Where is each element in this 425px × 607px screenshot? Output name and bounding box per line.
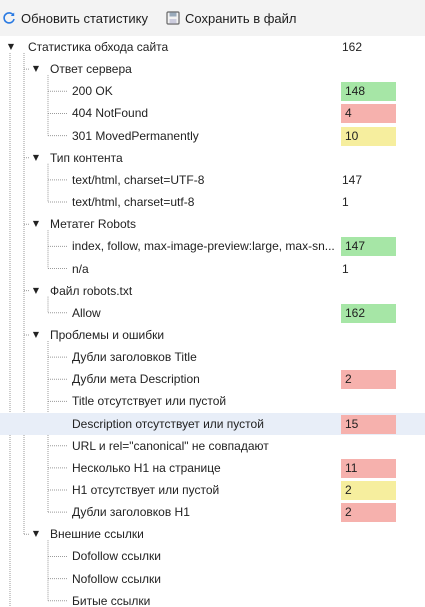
tree-node-group[interactable]: ▼ Тип контента <box>0 147 425 169</box>
tree-node-item[interactable]: Dofollow ссылки <box>0 545 425 567</box>
tree-node-group[interactable]: ▼ Внешние ссылки <box>0 523 425 545</box>
value-cell-bad: 2 <box>341 370 396 390</box>
tree-node-item[interactable]: text/html, charset=UTF-8 147 <box>0 169 425 191</box>
tree-node-label: Description отсутствует или пустой <box>72 416 264 431</box>
tree-node-label: Статистика обхода сайта <box>28 40 169 54</box>
save-to-file-button[interactable]: Сохранить в файл <box>164 6 303 30</box>
tree-node-item[interactable]: Дубли мета Description 2 <box>0 368 425 390</box>
stats-tree[interactable]: ▼ Статистика обхода сайта 162 ▼ Ответ сервер… <box>0 36 425 607</box>
value-cell-warn: 2 <box>341 481 396 500</box>
tree-node-group[interactable]: ▼ Ответ сервера <box>0 58 425 80</box>
collapse-arrow-icon[interactable]: ▼ <box>31 219 41 229</box>
value-cell-bad: 11 <box>341 458 396 478</box>
tree-node-label: Файл robots.txt <box>50 283 133 298</box>
tree-node-label: text/html, charset=utf-8 <box>72 195 195 210</box>
tree-node-label: Тип контента <box>50 150 123 165</box>
collapse-arrow-icon[interactable]: ▼ <box>31 64 41 74</box>
tree-node-item[interactable]: Несколько H1 на странице 11 <box>0 457 425 479</box>
tree-node-label: Дубли мета Description <box>72 372 200 387</box>
tree-node-item[interactable]: H1 отсутствует или пустой 2 <box>0 479 425 501</box>
value-cell-bad: 2 <box>341 503 396 523</box>
toolbar: Обновить статистику Сохранить в файл <box>0 0 425 37</box>
collapse-arrow-icon[interactable]: ▼ <box>31 286 41 296</box>
tree-node-label: Битые ссылки <box>72 593 151 607</box>
value-cell-bad: 15 <box>341 414 396 434</box>
tree-node-label: n/a <box>72 261 89 276</box>
tree-node-label: 200 OK <box>72 84 113 99</box>
tree-node-label: index, follow, max-image-preview:large, … <box>72 239 335 254</box>
tree-node-label: URL и rel="canonical" не совпадают <box>72 438 269 453</box>
collapse-arrow-icon[interactable]: ▼ <box>31 153 41 163</box>
tree-node-item[interactable]: Allow 162 <box>0 302 425 324</box>
tree-node-label: H1 отсутствует или пустой <box>72 483 220 497</box>
tree-node-label: Проблемы и ошибки <box>50 327 165 342</box>
tree-node-item[interactable]: URL и rel="canonical" не совпадают <box>0 435 425 457</box>
value-cell: 1 <box>342 261 349 276</box>
value-cell: 147 <box>342 172 363 187</box>
tree-node-item[interactable]: 301 MovedPermanently 10 <box>0 125 425 147</box>
tree-node-label: Dofollow ссылки <box>72 549 161 564</box>
tree-node-item[interactable]: text/html, charset=utf-8 1 <box>0 191 425 213</box>
tree-node-label: Ответ сервера <box>50 62 132 77</box>
tree-node-item[interactable]: index, follow, max-image-preview:large, … <box>0 235 425 257</box>
tree-node-label: 301 MovedPermanently <box>72 128 199 143</box>
tree-node-group[interactable]: ▼ Метатег Robots <box>0 213 425 235</box>
refresh-stats-button[interactable]: Обновить статистику <box>0 6 154 30</box>
tree-node-label: Внешние ссылки <box>50 527 144 542</box>
tree-node-item[interactable]: Дубли заголовков H1 2 <box>0 501 425 523</box>
tree-node-label: Allow <box>72 305 101 320</box>
value-cell: 1 <box>342 195 349 210</box>
collapse-arrow-icon[interactable]: ▼ <box>31 330 41 340</box>
tree-node-group[interactable]: ▼ Проблемы и ошибки <box>0 324 425 346</box>
tree-node-label: Дубли заголовков H1 <box>72 505 190 520</box>
value-cell-good: 162 <box>341 303 396 323</box>
tree-node-label: text/html, charset=UTF-8 <box>72 172 205 187</box>
tree-node-root[interactable]: ▼ Статистика обхода сайта 162 <box>0 36 425 58</box>
tree-node-label: Метатег Robots <box>50 217 136 232</box>
collapse-arrow-icon[interactable]: ▼ <box>6 42 16 52</box>
tree-node-item[interactable]: Дубли заголовков Title <box>0 346 425 368</box>
refresh-icon <box>2 11 16 25</box>
value-cell-good: 147 <box>341 237 396 257</box>
tree-node-group[interactable]: ▼ Файл robots.txt <box>0 280 425 302</box>
value-cell-good: 148 <box>341 82 396 102</box>
tree-node-item[interactable]: Битые ссылки <box>0 590 425 607</box>
tree-node-label: Nofollow ссылки <box>72 571 161 586</box>
tree-node-item[interactable]: 404 NotFound 4 <box>0 102 425 124</box>
value-cell-warn: 10 <box>341 126 396 146</box>
value-cell: 162 <box>342 40 363 54</box>
tree-node-label: 404 NotFound <box>72 106 149 121</box>
tree-node-item[interactable]: Description отсутствует или пустой 15 <box>0 412 425 435</box>
tree-node-item[interactable]: n/a 1 <box>0 258 425 280</box>
value-cell-bad: 4 <box>341 104 396 124</box>
tree-node-item[interactable]: Title отсутствует или пустой <box>0 390 425 412</box>
tree-node-item[interactable]: 200 OK 148 <box>0 80 425 102</box>
collapse-arrow-icon[interactable]: ▼ <box>31 529 41 539</box>
tree-node-item[interactable]: Nofollow ссылки <box>0 568 425 590</box>
save-icon <box>166 11 180 25</box>
tree-node-label: Несколько H1 на странице <box>72 460 221 475</box>
tree-node-label: Title отсутствует или пустой <box>72 394 227 409</box>
refresh-stats-label: Обновить статистику <box>21 10 148 26</box>
save-to-file-label: Сохранить в файл <box>185 10 297 26</box>
tree-node-label: Дубли заголовков Title <box>72 350 197 365</box>
